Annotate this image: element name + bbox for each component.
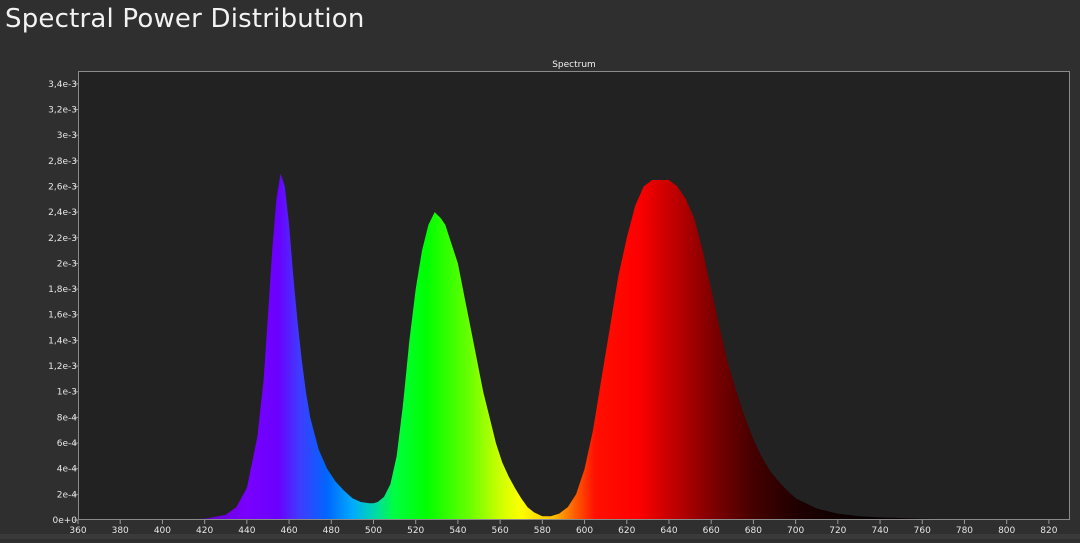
spectrum-chart: Spectrum 360 380 400 420 440 460 480 500 520 540 5… bbox=[0, 0, 1080, 539]
y-tick-label: 3,2e-3 bbox=[48, 105, 77, 115]
plot-area bbox=[78, 71, 1070, 520]
y-tick-label: 1,6e-3 bbox=[48, 311, 77, 321]
y-tick-label: 1e-3 bbox=[57, 388, 77, 398]
y-tick-label: 1,8e-3 bbox=[48, 285, 77, 295]
y-tick-label: 2,6e-3 bbox=[48, 182, 77, 192]
y-tick-label: 1,4e-3 bbox=[48, 336, 77, 346]
y-tick-label: 2,8e-3 bbox=[48, 157, 77, 167]
y-tick-label: 3e-3 bbox=[57, 131, 77, 141]
y-tick-label: 8e-4 bbox=[57, 413, 78, 423]
y-tick-label: 2e-4 bbox=[57, 490, 78, 500]
y-tick-label: 2e-3 bbox=[57, 259, 77, 269]
y-tick-label: 2,4e-3 bbox=[48, 208, 77, 218]
y-axis: 0e+0 2e-4 4e-4 6e-4 8e-4 1e-3 1,2e-3 1,4e-3 1,6e… bbox=[48, 80, 78, 526]
y-tick-label: 1,2e-3 bbox=[48, 362, 77, 372]
spectrum-chart-svg: Spectrum 360 380 400 420 440 460 480 500 520 540 5… bbox=[48, 60, 1070, 536]
chart-title: Spectrum bbox=[552, 60, 596, 70]
y-tick-label: 3,4e-3 bbox=[48, 80, 77, 90]
y-tick-label: 2,2e-3 bbox=[48, 234, 77, 244]
y-tick-label: 0e+0 bbox=[52, 516, 77, 526]
y-tick-label: 4e-4 bbox=[57, 465, 78, 475]
bottom-scroll-strip bbox=[0, 534, 1080, 539]
y-tick-label: 6e-4 bbox=[57, 439, 78, 449]
